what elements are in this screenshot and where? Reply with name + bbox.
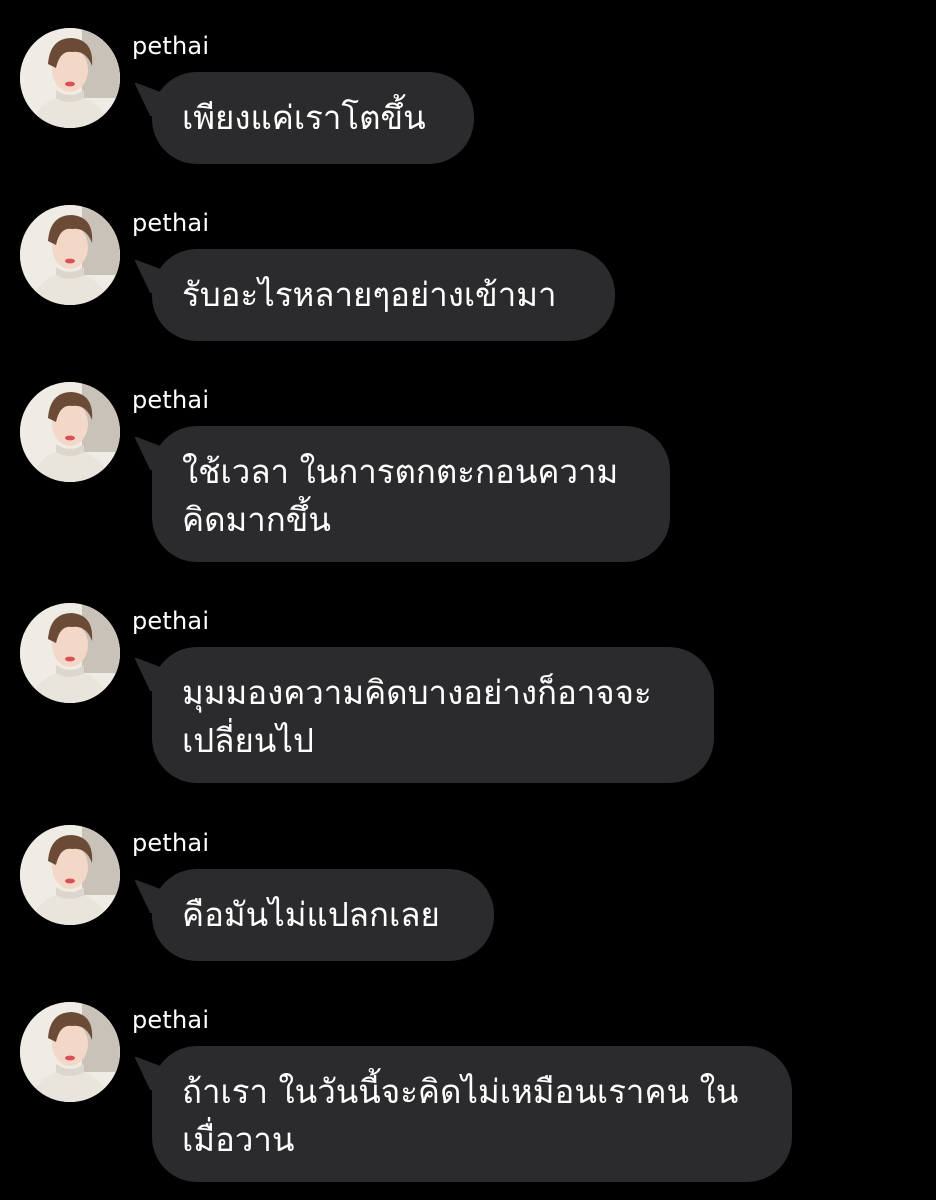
sender-username[interactable]: pethai [132, 32, 209, 60]
message-bubble[interactable]: ถ้าเรา ในวันนี้จะคิดไม่เหมือนเราคน ใน เม… [152, 1046, 792, 1182]
avatar[interactable] [20, 382, 120, 482]
message-bubble[interactable]: เพียงแค่เราโตขึ้น [152, 72, 474, 164]
sender-username[interactable]: pethai [132, 386, 209, 414]
avatar[interactable] [20, 205, 120, 305]
profile-photo-icon [20, 603, 120, 703]
message-bubble[interactable]: คือมันไม่แปลกเลย [152, 869, 494, 961]
sender-username[interactable]: pethai [132, 1006, 209, 1034]
avatar[interactable] [20, 28, 120, 128]
sender-username[interactable]: pethai [132, 607, 209, 635]
message-bubble[interactable]: มุมมองความคิดบางอย่างก็อาจจะ เปลี่ยนไป [152, 647, 714, 783]
profile-photo-icon [20, 205, 120, 305]
message-bubble[interactable]: รับอะไรหลายๆอย่างเข้ามา [152, 249, 615, 341]
sender-username[interactable]: pethai [132, 209, 209, 237]
profile-photo-icon [20, 28, 120, 128]
profile-photo-icon [20, 825, 120, 925]
message-bubble[interactable]: ใช้เวลา ในการตกตะกอนความ คิดมากขึ้น [152, 426, 670, 562]
avatar[interactable] [20, 603, 120, 703]
sender-username[interactable]: pethai [132, 829, 209, 857]
avatar[interactable] [20, 825, 120, 925]
avatar[interactable] [20, 1002, 120, 1102]
profile-photo-icon [20, 1002, 120, 1102]
profile-photo-icon [20, 382, 120, 482]
